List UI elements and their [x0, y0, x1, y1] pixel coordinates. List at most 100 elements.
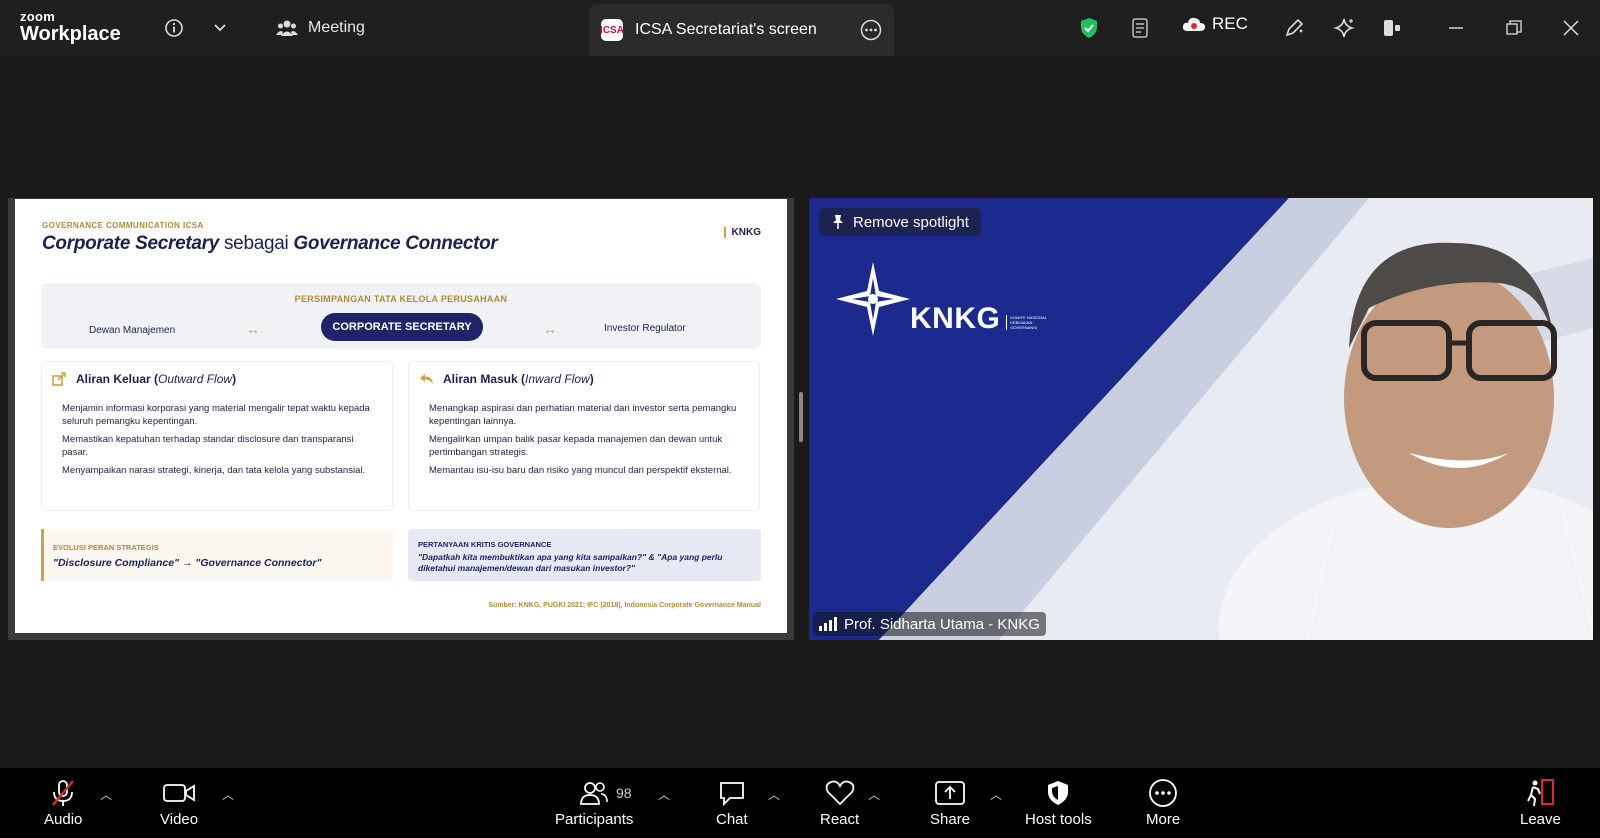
- title-part2: sebagai: [219, 233, 294, 254]
- audio-options-caret-icon[interactable]: ︿: [100, 786, 112, 803]
- outward-flow-card: Aliran Keluar (Outward Flow) Menjamin in…: [41, 361, 393, 511]
- zoom-workplace-logo: zoom Workplace: [20, 10, 121, 44]
- share-screen-icon: [935, 778, 965, 808]
- notes-icon[interactable]: [1129, 16, 1153, 40]
- knkg-logo: KNKG KOMITE NASIONAL KEBIJAKAN GOVERNANS…: [834, 260, 1048, 338]
- inward-title-italic: Inward Flow: [525, 372, 590, 386]
- shield-check-icon[interactable]: [1077, 16, 1101, 40]
- chat-label: Chat: [716, 811, 748, 828]
- pin-icon: [833, 215, 843, 229]
- signal-bars-icon: [819, 617, 837, 631]
- outward-title-end: ): [232, 372, 237, 386]
- logo-line1: zoom: [20, 9, 56, 24]
- close-icon[interactable]: [1559, 16, 1583, 40]
- list-item: Memastikan kepatuhan terhadap standar di…: [62, 434, 354, 458]
- list-item: Menjamin informasi korporasi yang materi…: [62, 403, 370, 427]
- bidirectional-arrow-icon: ↔: [246, 321, 260, 337]
- remove-spotlight-label: Remove spotlight: [853, 213, 969, 231]
- slide-title: Corporate Secretary sebagai Governance C…: [42, 233, 498, 255]
- share-button[interactable]: Share: [930, 778, 970, 828]
- chevron-down-icon[interactable]: [208, 16, 232, 40]
- outward-flow-heading: Aliran Keluar (Outward Flow): [52, 372, 236, 386]
- left-party: Dewan Manajemen: [89, 325, 176, 336]
- more-options-icon[interactable]: [860, 19, 882, 46]
- info-icon[interactable]: [162, 16, 186, 40]
- leave-button[interactable]: Leave: [1520, 778, 1561, 828]
- people-icon: [276, 20, 298, 36]
- meeting-tab-label: Meeting: [308, 19, 365, 36]
- restore-icon[interactable]: [1502, 16, 1526, 40]
- critical-text: "Dapatkah kita membuktikan apa yang kita…: [418, 552, 723, 573]
- react-button[interactable]: React: [820, 778, 859, 828]
- evolution-label: EVOLUSI PERAN STRATEGIS: [53, 543, 159, 552]
- apps-icon[interactable]: [1380, 16, 1404, 40]
- knkg-logo-word: KNKG: [910, 302, 1001, 335]
- inward-list: Menangkap aspirasi dan perhatian materia…: [429, 402, 749, 482]
- more-button[interactable]: More: [1146, 778, 1180, 828]
- screen-tab-label: ICSA Secretariat's screen: [635, 21, 817, 38]
- inward-title-end: ): [589, 372, 594, 386]
- list-item: Menyampaikan narasi strategi, kinerja, d…: [62, 465, 366, 476]
- chat-bubble-icon: [718, 778, 746, 808]
- junction-label: PERSIMPANGAN TATA KELOLA PERUSAHAAN: [294, 294, 508, 304]
- leave-label: Leave: [1520, 811, 1561, 828]
- outward-title-italic: Outward Flow: [158, 372, 233, 386]
- screen-share-tab[interactable]: ICSA ICSA Secretariat's screen: [589, 4, 894, 56]
- list-item: Memantau isu-isu baru dan risiko yang mu…: [429, 465, 732, 476]
- cloud-record-icon: [1182, 17, 1205, 31]
- share-label: Share: [930, 811, 971, 828]
- critical-question-box: PERTANYAAN KRITIS GOVERNANCE "Dapatkah k…: [408, 529, 761, 581]
- critical-label: PERTANYAAN KRITIS GOVERNANCE: [418, 540, 552, 549]
- evolution-box: EVOLUSI PERAN STRATEGIS "Disclosure Comp…: [41, 529, 393, 581]
- more-label: More: [1146, 811, 1181, 828]
- video-label: Video: [160, 811, 199, 828]
- outward-list: Menjamin informasi korporasi yang materi…: [62, 402, 382, 482]
- video-button[interactable]: Video: [160, 778, 198, 828]
- meeting-toolbar: Audio ︿ Video ︿ Participants 98 ︿ Chat ︿…: [0, 768, 1600, 838]
- slide-kicker: GOVERNANCE COMMUNICATION ICSA: [42, 221, 204, 230]
- annotate-pen-icon[interactable]: [1282, 16, 1306, 40]
- camera-icon: [163, 778, 195, 808]
- split-resize-handle[interactable]: [799, 392, 803, 442]
- title-part1: Corporate Secretary: [42, 233, 219, 254]
- leave-door-icon: [1525, 778, 1555, 808]
- react-options-caret-icon[interactable]: ︿: [868, 786, 880, 803]
- right-party: Investor Regulator: [604, 323, 686, 334]
- knkg-logo-subtitle: KOMITE NASIONAL KEBIJAKAN GOVERNANSI: [1006, 315, 1048, 330]
- speaker-video-tile[interactable]: Remove spotlight KNKG KOMITE NASIONAL KE…: [809, 198, 1593, 640]
- slide-brand-tag: KNKG: [723, 227, 761, 238]
- title-part3: Governance Connector: [293, 233, 498, 254]
- list-item: Menangkap aspirasi dan perhatian materia…: [429, 403, 737, 427]
- minimize-icon[interactable]: [1444, 16, 1468, 40]
- chat-button[interactable]: Chat: [716, 778, 748, 828]
- shared-screen-panel[interactable]: GOVERNANCE COMMUNICATION ICSA Corporate …: [8, 198, 794, 640]
- video-options-caret-icon[interactable]: ︿: [222, 786, 234, 803]
- participants-count: 98: [616, 785, 632, 801]
- slide-source: Sumber: KNKG, PUGKI 2021; IFC (2018), In…: [488, 602, 761, 609]
- heart-icon: [825, 778, 855, 808]
- share-options-caret-icon[interactable]: ︿: [990, 786, 1002, 803]
- governance-junction: PERSIMPANGAN TATA KELOLA PERUSAHAAN Dewa…: [41, 283, 761, 349]
- audio-label: Audio: [44, 811, 83, 828]
- meeting-tab[interactable]: Meeting: [276, 0, 365, 56]
- inward-flow-heading: Aliran Masuk (Inward Flow): [419, 372, 594, 386]
- logo-line2: Workplace: [20, 23, 121, 45]
- inward-title: Aliran Masuk (: [443, 372, 526, 386]
- presentation-slide: GOVERNANCE COMMUNICATION ICSA Corporate …: [15, 199, 787, 633]
- reply-arrow-icon: [420, 374, 433, 384]
- share-out-icon: [52, 372, 66, 386]
- host-tools-button[interactable]: Host tools: [1025, 778, 1092, 828]
- participants-options-caret-icon[interactable]: ︿: [658, 786, 670, 803]
- participant-name-label: Prof. Sidharta Utama - KNKG: [813, 612, 1046, 636]
- inward-flow-card: Aliran Masuk (Inward Flow) Menangkap asp…: [408, 361, 760, 511]
- evolution-text: "Disclosure Compliance" → "Governance Co…: [53, 557, 322, 569]
- recording-indicator[interactable]: REC: [1182, 14, 1248, 34]
- react-label: React: [820, 811, 860, 828]
- host-shield-icon: [1046, 778, 1070, 808]
- audio-button[interactable]: Audio: [44, 778, 82, 828]
- more-dots-icon: [1148, 778, 1178, 808]
- participants-icon: [579, 778, 609, 808]
- ai-companion-icon[interactable]: [1332, 16, 1356, 40]
- remove-spotlight-button[interactable]: Remove spotlight: [819, 208, 981, 236]
- chat-options-caret-icon[interactable]: ︿: [768, 786, 780, 803]
